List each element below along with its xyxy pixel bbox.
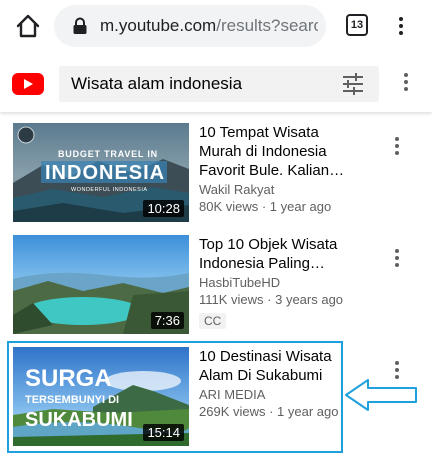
browser-toolbar: m.youtube.com/results?search_ 13	[0, 0, 432, 52]
youtube-logo-icon[interactable]	[12, 73, 44, 95]
tab-switcher-button[interactable]: 13	[346, 14, 368, 36]
video-stats: 80K views · 1 year ago	[199, 199, 332, 214]
cc-badge: CC	[199, 313, 227, 329]
video-stats: 111K views · 3 years ago	[199, 292, 344, 307]
thumb-text-budget: BUDGET TRAVEL IN	[58, 149, 158, 159]
video-result[interactable]: 7:36 Top 10 Objek Wisata Indonesia Palin…	[0, 235, 432, 339]
video-title[interactable]: 10 Tempat Wisata Murah di Indonesia Favo…	[199, 123, 349, 180]
address-bar[interactable]: m.youtube.com/results?search_	[54, 5, 326, 47]
filter-icon[interactable]	[341, 73, 365, 95]
channel-name: HasbiTubeHD	[199, 275, 281, 290]
video-title[interactable]: Top 10 Objek Wisata Indonesia Paling…	[199, 235, 349, 273]
home-icon[interactable]	[14, 12, 42, 40]
video-thumbnail[interactable]: BUDGET TRAVEL IN INDONESIA WONDERFUL IND…	[13, 123, 189, 222]
search-query-text: Wisata alam indonesia	[71, 74, 243, 93]
lock-icon[interactable]	[72, 17, 88, 35]
more-options-icon[interactable]	[403, 73, 409, 95]
search-input[interactable]: Wisata alam indonesia	[59, 66, 379, 102]
video-menu-icon[interactable]	[394, 137, 400, 159]
video-duration: 7:36	[150, 312, 184, 329]
thumb-text-indonesia: INDONESIA	[45, 162, 165, 184]
browser-menu-icon[interactable]	[398, 17, 404, 39]
video-menu-icon[interactable]	[394, 249, 400, 271]
arrow-left-icon	[345, 379, 417, 411]
watermark: www.infodantips.com	[237, 434, 341, 446]
channel-name: Wakil Rakyat	[199, 182, 275, 197]
thumb-text-wonderful: WONDERFUL INDONESIA	[71, 187, 148, 193]
youtube-header: Wisata alam indonesia	[0, 52, 432, 112]
url-text: m.youtube.com/results?search_	[100, 16, 318, 35]
video-thumbnail[interactable]: 7:36	[13, 235, 189, 334]
video-duration: 10:28	[143, 200, 184, 217]
video-result[interactable]: BUDGET TRAVEL IN INDONESIA WONDERFUL IND…	[0, 123, 432, 227]
